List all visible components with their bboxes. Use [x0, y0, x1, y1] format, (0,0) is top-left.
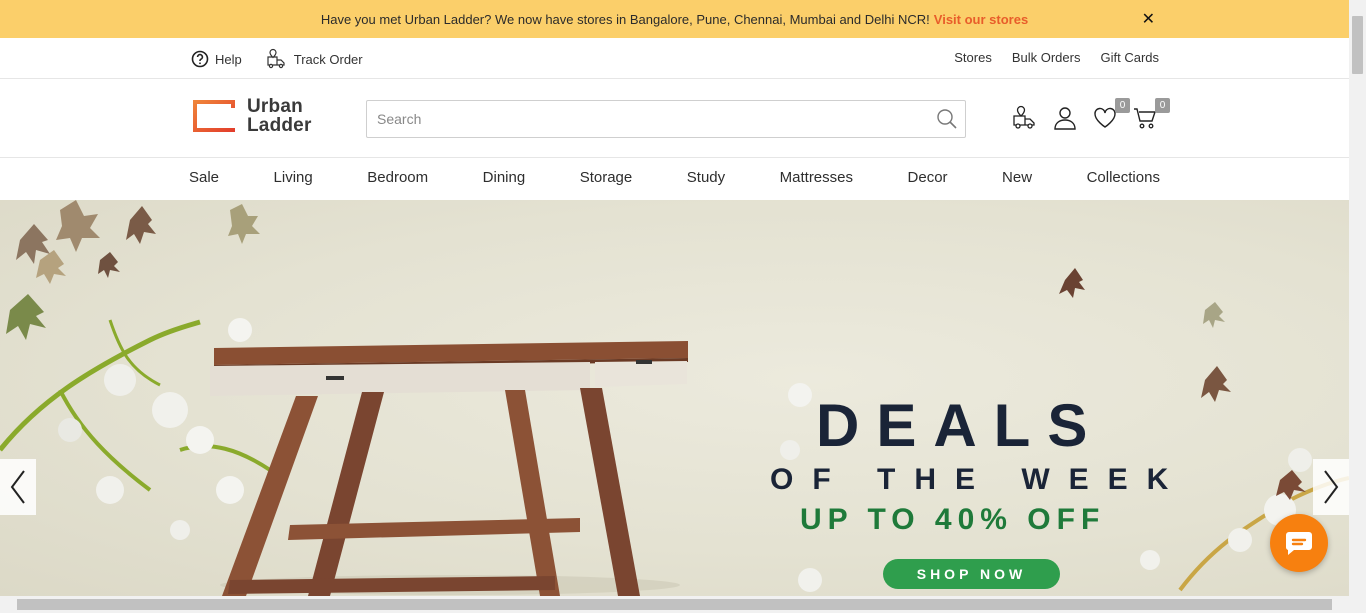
logo-mark-icon: [193, 100, 235, 132]
hero-illustration: [0, 200, 1349, 596]
vertical-scroll-thumb[interactable]: [1352, 16, 1363, 74]
visit-stores-link[interactable]: Visit our stores: [934, 12, 1028, 27]
carousel-next-button[interactable]: [1313, 459, 1349, 515]
hero-offer: UP TO 40% OFF: [800, 503, 1106, 536]
bulk-orders-link[interactable]: Bulk Orders: [1012, 50, 1081, 65]
chat-widget-button[interactable]: [1270, 514, 1328, 572]
help-label: Help: [215, 51, 242, 67]
cart-button[interactable]: 0: [1132, 98, 1170, 131]
track-order-link[interactable]: Track Order: [266, 48, 363, 70]
chevron-left-icon: [10, 470, 25, 504]
account-button[interactable]: [1052, 105, 1078, 131]
wishlist-button[interactable]: 0: [1092, 98, 1130, 131]
nav-item-decor[interactable]: Decor: [908, 169, 948, 186]
logo-text-line1: Urban: [247, 96, 303, 117]
hero-banner[interactable]: DEALS OF THE WEEK UP TO 40% OFF SHOP NOW: [0, 200, 1349, 596]
nav-item-bedroom[interactable]: Bedroom: [367, 169, 428, 186]
urban-ladder-logo[interactable]: Urban Ladder: [191, 97, 312, 135]
horizontal-scroll-thumb[interactable]: [17, 599, 1332, 610]
nav-item-sale[interactable]: Sale: [189, 169, 219, 186]
wooden-desk-image: [210, 341, 688, 596]
nav-item-study[interactable]: Study: [687, 169, 725, 186]
nav-item-collections[interactable]: Collections: [1087, 169, 1160, 186]
gift-cards-link[interactable]: Gift Cards: [1100, 50, 1159, 65]
truck-location-icon: [267, 48, 285, 69]
logo-text-line2: Ladder: [247, 115, 312, 136]
hero-title: DEALS: [816, 392, 1105, 459]
search-icon[interactable]: [935, 107, 959, 131]
nav-item-mattresses[interactable]: Mattresses: [780, 169, 853, 186]
user-icon: [1054, 107, 1076, 130]
main-header: Urban Ladder Search 0 0: [0, 79, 1349, 158]
stores-link[interactable]: Stores: [954, 50, 992, 65]
help-link[interactable]: Help: [191, 48, 242, 70]
announcement-bar: Have you met Urban Ladder? We now have s…: [0, 0, 1349, 38]
chevron-right-icon: [1324, 470, 1339, 504]
nav-item-new[interactable]: New: [1002, 169, 1032, 186]
track-order-header-button[interactable]: [1012, 105, 1038, 131]
announcement-text: Have you met Urban Ladder? We now have s…: [320, 11, 930, 27]
chat-icon: [1285, 532, 1312, 555]
horizontal-scrollbar[interactable]: [0, 596, 1366, 613]
wishlist-count-badge: 0: [1115, 98, 1130, 113]
cart-count-badge: 0: [1155, 98, 1170, 113]
category-nav: Sale Living Bedroom Dining Storage Study…: [0, 158, 1349, 200]
track-order-label: Track Order: [293, 51, 363, 67]
nav-item-living[interactable]: Living: [274, 169, 313, 186]
carousel-prev-button[interactable]: [0, 459, 36, 515]
search-box: [366, 100, 966, 138]
truck-location-icon: [1013, 105, 1035, 129]
close-announcement-button[interactable]: ✕: [1142, 9, 1155, 29]
vertical-scrollbar[interactable]: [1349, 0, 1366, 596]
hero-subtitle: OF THE WEEK: [770, 463, 1188, 496]
utility-bar: Help Track Order Stores Bulk Orders Gift…: [0, 38, 1349, 79]
help-icon: [191, 50, 209, 68]
nav-item-dining[interactable]: Dining: [483, 169, 526, 186]
nav-item-storage[interactable]: Storage: [580, 169, 633, 186]
shop-now-button[interactable]: SHOP NOW: [883, 559, 1060, 589]
search-input[interactable]: [367, 101, 927, 137]
